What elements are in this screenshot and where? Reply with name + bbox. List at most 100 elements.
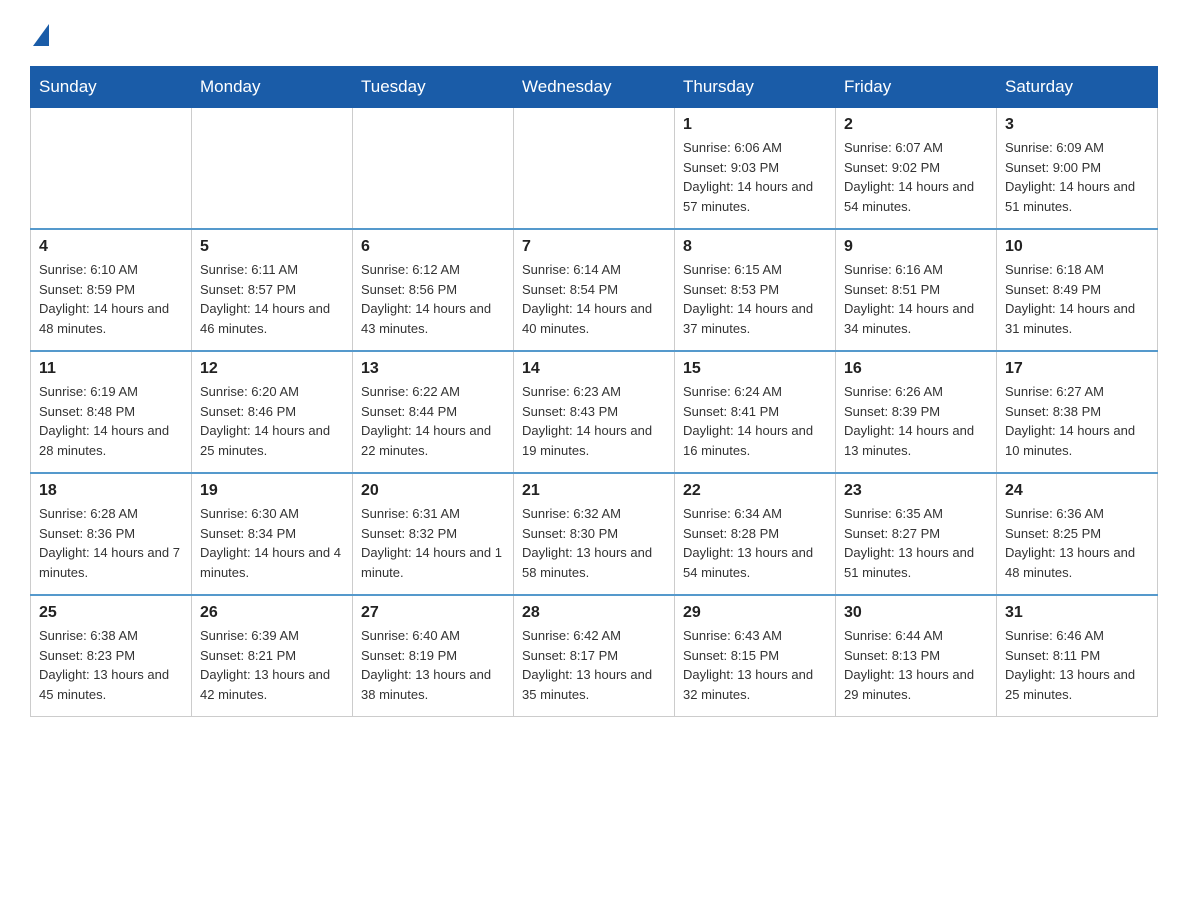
- day-number: 9: [844, 238, 988, 256]
- day-number: 8: [683, 238, 827, 256]
- day-number: 19: [200, 482, 344, 500]
- logo-triangle-icon: [33, 24, 49, 46]
- day-number: 2: [844, 116, 988, 134]
- calendar-cell: 20Sunrise: 6:31 AMSunset: 8:32 PMDayligh…: [353, 473, 514, 595]
- day-number: 15: [683, 360, 827, 378]
- calendar-cell: 8Sunrise: 6:15 AMSunset: 8:53 PMDaylight…: [675, 229, 836, 351]
- calendar-cell: 28 Sunrise: 6:42 AMSunset: 8:17 PMDayligh…: [514, 595, 675, 717]
- day-number: 18: [39, 482, 183, 500]
- calendar-cell: 24Sunrise: 6:36 AMSunset: 8:25 PMDayligh…: [997, 473, 1158, 595]
- calendar-cell: 7 Sunrise: 6:14 AMSunset: 8:54 PMDaylight…: [514, 229, 675, 351]
- calendar-week-row: 25 Sunrise: 6:38 AMSunset: 8:23 PMDayligh…: [31, 595, 1158, 717]
- day-number: 16: [844, 360, 988, 378]
- calendar-cell: 12 Sunrise: 6:20 AMSunset: 8:46 PMDayligh…: [192, 351, 353, 473]
- column-header-monday: Monday: [192, 67, 353, 108]
- calendar-cell: 21 Sunrise: 6:32 AMSunset: 8:30 PMDayligh…: [514, 473, 675, 595]
- calendar-cell: 17 Sunrise: 6:27 AMSunset: 8:38 PMDayligh…: [997, 351, 1158, 473]
- day-number: 25: [39, 604, 183, 622]
- day-info: Sunrise: 6:32 AMSunset: 8:30 PMDaylight:…: [522, 504, 666, 582]
- day-number: 3: [1005, 116, 1149, 134]
- calendar-cell: 19 Sunrise: 6:30 AMSunset: 8:34 PMDayligh…: [192, 473, 353, 595]
- day-info: Sunrise: 6:44 AMSunset: 8:13 PMDaylight:…: [844, 626, 988, 704]
- day-number: 23: [844, 482, 988, 500]
- day-info: Sunrise: 6:28 AMSunset: 8:36 PMDaylight:…: [39, 504, 183, 582]
- day-number: 11: [39, 360, 183, 378]
- logo: [30, 20, 49, 46]
- calendar-cell: 22 Sunrise: 6:34 AMSunset: 8:28 PMDayligh…: [675, 473, 836, 595]
- day-info: Sunrise: 6:10 AMSunset: 8:59 PMDaylight:…: [39, 260, 183, 338]
- day-number: 26: [200, 604, 344, 622]
- day-info: Sunrise: 6:22 AMSunset: 8:44 PMDaylight:…: [361, 382, 505, 460]
- day-info: Sunrise: 6:46 AMSunset: 8:11 PMDaylight:…: [1005, 626, 1149, 704]
- calendar-cell: 25 Sunrise: 6:38 AMSunset: 8:23 PMDayligh…: [31, 595, 192, 717]
- day-info: Sunrise: 6:38 AMSunset: 8:23 PMDaylight:…: [39, 626, 183, 704]
- calendar-cell: 5 Sunrise: 6:11 AMSunset: 8:57 PMDaylight…: [192, 229, 353, 351]
- calendar-cell: [353, 108, 514, 230]
- calendar-cell: 1Sunrise: 6:06 AMSunset: 9:03 PMDaylight…: [675, 108, 836, 230]
- day-info: Sunrise: 6:18 AMSunset: 8:49 PMDaylight:…: [1005, 260, 1149, 338]
- day-number: 30: [844, 604, 988, 622]
- day-info: Sunrise: 6:11 AMSunset: 8:57 PMDaylight:…: [200, 260, 344, 338]
- day-info: Sunrise: 6:43 AMSunset: 8:15 PMDaylight:…: [683, 626, 827, 704]
- calendar-cell: 10 Sunrise: 6:18 AMSunset: 8:49 PMDayligh…: [997, 229, 1158, 351]
- day-info: Sunrise: 6:16 AMSunset: 8:51 PMDaylight:…: [844, 260, 988, 338]
- day-info: Sunrise: 6:27 AMSunset: 8:38 PMDaylight:…: [1005, 382, 1149, 460]
- day-number: 10: [1005, 238, 1149, 256]
- calendar-cell: 16Sunrise: 6:26 AMSunset: 8:39 PMDayligh…: [836, 351, 997, 473]
- calendar-cell: 9 Sunrise: 6:16 AMSunset: 8:51 PMDaylight…: [836, 229, 997, 351]
- column-header-wednesday: Wednesday: [514, 67, 675, 108]
- day-info: Sunrise: 6:39 AMSunset: 8:21 PMDaylight:…: [200, 626, 344, 704]
- calendar-cell: 27 Sunrise: 6:40 AMSunset: 8:19 PMDayligh…: [353, 595, 514, 717]
- day-number: 17: [1005, 360, 1149, 378]
- calendar-week-row: 4 Sunrise: 6:10 AMSunset: 8:59 PMDaylight…: [31, 229, 1158, 351]
- calendar-week-row: 11 Sunrise: 6:19 AMSunset: 8:48 PMDayligh…: [31, 351, 1158, 473]
- day-info: Sunrise: 6:07 AMSunset: 9:02 PMDaylight:…: [844, 138, 988, 216]
- day-info: Sunrise: 6:24 AMSunset: 8:41 PMDaylight:…: [683, 382, 827, 460]
- day-number: 6: [361, 238, 505, 256]
- day-number: 12: [200, 360, 344, 378]
- calendar-cell: 15 Sunrise: 6:24 AMSunset: 8:41 PMDayligh…: [675, 351, 836, 473]
- day-number: 27: [361, 604, 505, 622]
- calendar-cell: 23Sunrise: 6:35 AMSunset: 8:27 PMDayligh…: [836, 473, 997, 595]
- day-number: 31: [1005, 604, 1149, 622]
- day-number: 28: [522, 604, 666, 622]
- day-number: 4: [39, 238, 183, 256]
- day-number: 13: [361, 360, 505, 378]
- day-info: Sunrise: 6:34 AMSunset: 8:28 PMDaylight:…: [683, 504, 827, 582]
- day-info: Sunrise: 6:40 AMSunset: 8:19 PMDaylight:…: [361, 626, 505, 704]
- day-number: 7: [522, 238, 666, 256]
- calendar-cell: [514, 108, 675, 230]
- day-number: 24: [1005, 482, 1149, 500]
- calendar-table: SundayMondayTuesdayWednesdayThursdayFrid…: [30, 66, 1158, 717]
- column-header-saturday: Saturday: [997, 67, 1158, 108]
- calendar-cell: 4 Sunrise: 6:10 AMSunset: 8:59 PMDaylight…: [31, 229, 192, 351]
- day-info: Sunrise: 6:30 AMSunset: 8:34 PMDaylight:…: [200, 504, 344, 582]
- column-header-sunday: Sunday: [31, 67, 192, 108]
- calendar-cell: 13 Sunrise: 6:22 AMSunset: 8:44 PMDayligh…: [353, 351, 514, 473]
- calendar-cell: [31, 108, 192, 230]
- calendar-cell: 18 Sunrise: 6:28 AMSunset: 8:36 PMDayligh…: [31, 473, 192, 595]
- calendar-cell: 31 Sunrise: 6:46 AMSunset: 8:11 PMDayligh…: [997, 595, 1158, 717]
- column-header-tuesday: Tuesday: [353, 67, 514, 108]
- day-number: 21: [522, 482, 666, 500]
- day-info: Sunrise: 6:06 AMSunset: 9:03 PMDaylight:…: [683, 138, 827, 216]
- page-header: [30, 20, 1158, 46]
- calendar-cell: 26 Sunrise: 6:39 AMSunset: 8:21 PMDayligh…: [192, 595, 353, 717]
- calendar-cell: 30 Sunrise: 6:44 AMSunset: 8:13 PMDayligh…: [836, 595, 997, 717]
- day-info: Sunrise: 6:14 AMSunset: 8:54 PMDaylight:…: [522, 260, 666, 338]
- day-info: Sunrise: 6:19 AMSunset: 8:48 PMDaylight:…: [39, 382, 183, 460]
- day-info: Sunrise: 6:31 AMSunset: 8:32 PMDaylight:…: [361, 504, 505, 582]
- calendar-week-row: 1Sunrise: 6:06 AMSunset: 9:03 PMDaylight…: [31, 108, 1158, 230]
- calendar-cell: 11 Sunrise: 6:19 AMSunset: 8:48 PMDayligh…: [31, 351, 192, 473]
- day-info: Sunrise: 6:42 AMSunset: 8:17 PMDaylight:…: [522, 626, 666, 704]
- day-number: 22: [683, 482, 827, 500]
- column-header-thursday: Thursday: [675, 67, 836, 108]
- day-info: Sunrise: 6:12 AMSunset: 8:56 PMDaylight:…: [361, 260, 505, 338]
- calendar-cell: [192, 108, 353, 230]
- day-number: 29: [683, 604, 827, 622]
- calendar-cell: 2 Sunrise: 6:07 AMSunset: 9:02 PMDaylight…: [836, 108, 997, 230]
- calendar-cell: 14Sunrise: 6:23 AMSunset: 8:43 PMDayligh…: [514, 351, 675, 473]
- calendar-cell: 3Sunrise: 6:09 AMSunset: 9:00 PMDaylight…: [997, 108, 1158, 230]
- day-info: Sunrise: 6:20 AMSunset: 8:46 PMDaylight:…: [200, 382, 344, 460]
- day-number: 5: [200, 238, 344, 256]
